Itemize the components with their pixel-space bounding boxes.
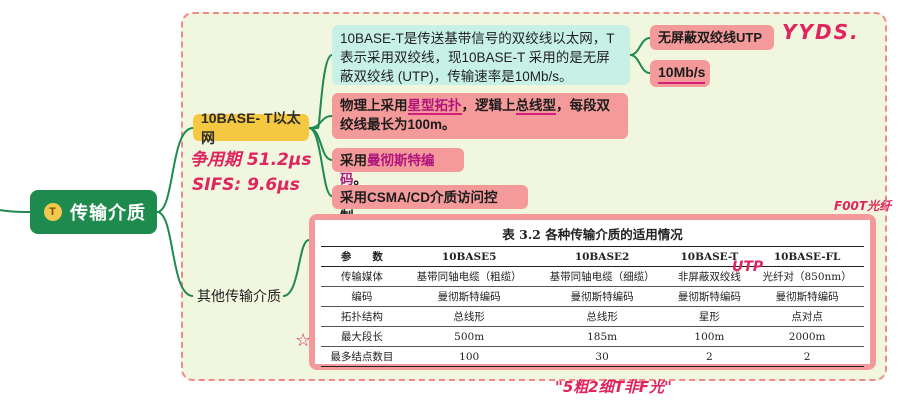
table-cell: 30 [535, 346, 669, 367]
table-cell: 185m [535, 326, 669, 347]
table-cell: 基带同轴电缆（粗缆） [402, 266, 536, 287]
handwritten-contention-period: 争用期 51.2μs [190, 150, 312, 170]
root-node[interactable]: T 传输介质 [30, 190, 157, 234]
table-cell: 2 [668, 346, 751, 367]
line-b1-l3 [308, 127, 333, 197]
table-row: 传输媒体 基带同轴电缆（粗缆） 基带同轴电缆（细缆） 非屏蔽双绞线 光纤对（85… [321, 266, 864, 287]
table-row: 编码 曼彻斯特编码 曼彻斯特编码 曼彻斯特编码 曼彻斯特编码 [321, 286, 864, 307]
table-row: 最大段长 500m 185m 100m 2000m [321, 326, 864, 347]
line-root-branch1 [156, 127, 194, 213]
table-row: 拓扑结构 总线形 总线形 星形 点对点 [321, 306, 864, 327]
table-cell: 总线形 [402, 306, 536, 327]
handwritten-bottom-note: "5粗2细T非F光" [555, 378, 672, 396]
table-cell: 最多结点数目 [321, 346, 403, 367]
table-cell: 星形 [668, 306, 751, 327]
handwritten-star-icon: ☆ [295, 330, 312, 351]
table-header: 10BASE2 [535, 246, 669, 267]
topology-bus: 总线型 [515, 98, 556, 115]
table-cell: 总线形 [535, 306, 669, 327]
table-cell: 最大段长 [321, 326, 403, 347]
table-cell: 100 [402, 346, 536, 367]
media-table: 参 数 10BASE5 10BASE2 10BASE-T 10BASE-FL 传… [321, 246, 864, 367]
table-cell: 2 [750, 346, 864, 367]
root-label: 传输介质 [70, 203, 146, 223]
table-cell: 传输媒体 [321, 266, 403, 287]
mbs-text: 10Mb/s [658, 63, 706, 84]
root-in-line [0, 209, 31, 213]
table-cell: 500m [402, 326, 536, 347]
handwritten-fiber-note: F00T光纤 [834, 199, 892, 213]
coding-prefix: 采用 [340, 153, 367, 168]
topology-star: 星型拓扑 [407, 98, 462, 115]
media-table-card: 表 3.2 各种传输介质的适用情况 参 数 10BASE5 10BASE2 10… [315, 220, 870, 367]
leaf-topology[interactable]: 物理上采用星型拓扑，逻辑上总线型，每段双绞线最长为100m。 [332, 93, 628, 139]
tt-icon: T [44, 203, 62, 221]
table-cell: 编码 [321, 286, 403, 307]
table-cell: 2000m [750, 326, 864, 347]
line-b2-table [282, 239, 310, 297]
table-cell: 曼彻斯特编码 [535, 286, 669, 307]
handwritten-sifs: SIFS: 9.6μs [192, 175, 300, 195]
line-teal-mbs [629, 54, 651, 74]
table-cell: 曼彻斯特编码 [402, 286, 536, 307]
table-cell: 基带同轴电缆（细缆） [535, 266, 669, 287]
table-cell: 100m [668, 326, 751, 347]
table-header: 参 数 [321, 246, 403, 267]
utp-text: 无屏蔽双绞线UTP [658, 30, 763, 45]
media-table-node[interactable]: 表 3.2 各种传输介质的适用情况 参 数 10BASE5 10BASE2 10… [309, 214, 876, 370]
leaf-utp[interactable]: 无屏蔽双绞线UTP [650, 25, 774, 50]
handwritten-utp-note: UTP [732, 259, 764, 275]
line-teal-utp [629, 37, 651, 56]
branch-10base-t[interactable]: 10BASE- T以太网 [193, 110, 309, 146]
leaf-teal-text: 10BASE-T是传送基带信号的双绞线以太网，T表示采用双绞线，现10BASE-… [340, 31, 615, 84]
leaf-10base-t-description[interactable]: 10BASE-T是传送基带信号的双绞线以太网，T表示采用双绞线，现10BASE-… [332, 25, 630, 85]
line-root-branch2 [156, 211, 194, 297]
table-cell: 拓扑结构 [321, 306, 403, 327]
topology-prefix: 物理上采用 [340, 98, 408, 113]
line-b1-l1 [308, 115, 333, 129]
table-cell: 曼彻斯特编码 [750, 286, 864, 307]
branch-10base-t-label: 10BASE- T以太网 [201, 109, 301, 146]
leaf-coding[interactable]: 采用曼彻斯特编码。 [332, 148, 464, 187]
table-header: 10BASE-FL [750, 246, 864, 267]
table-cell: 曼彻斯特编码 [668, 286, 751, 307]
leaf-csma[interactable]: 采用CSMA/CD介质访问控制。 [332, 185, 528, 224]
topology-mid: ，逻辑上 [461, 98, 516, 113]
table-cell: 点对点 [750, 306, 864, 327]
table-cell: 光纤对（850nm） [750, 266, 864, 287]
table-row: 最多结点数目 100 30 2 2 [321, 346, 864, 367]
table-caption: 表 3.2 各种传输介质的适用情况 [502, 227, 683, 242]
handwritten-yyds: YYDS. [782, 20, 860, 44]
table-header: 10BASE5 [402, 246, 536, 267]
branch-other-media[interactable]: 其他传输介质 [193, 284, 283, 308]
branch-other-media-label: 其他传输介质 [197, 288, 281, 304]
leaf-mbs[interactable]: 10Mb/s [650, 60, 710, 87]
table-header-row: 参 数 10BASE5 10BASE2 10BASE-T 10BASE-FL [321, 246, 864, 267]
